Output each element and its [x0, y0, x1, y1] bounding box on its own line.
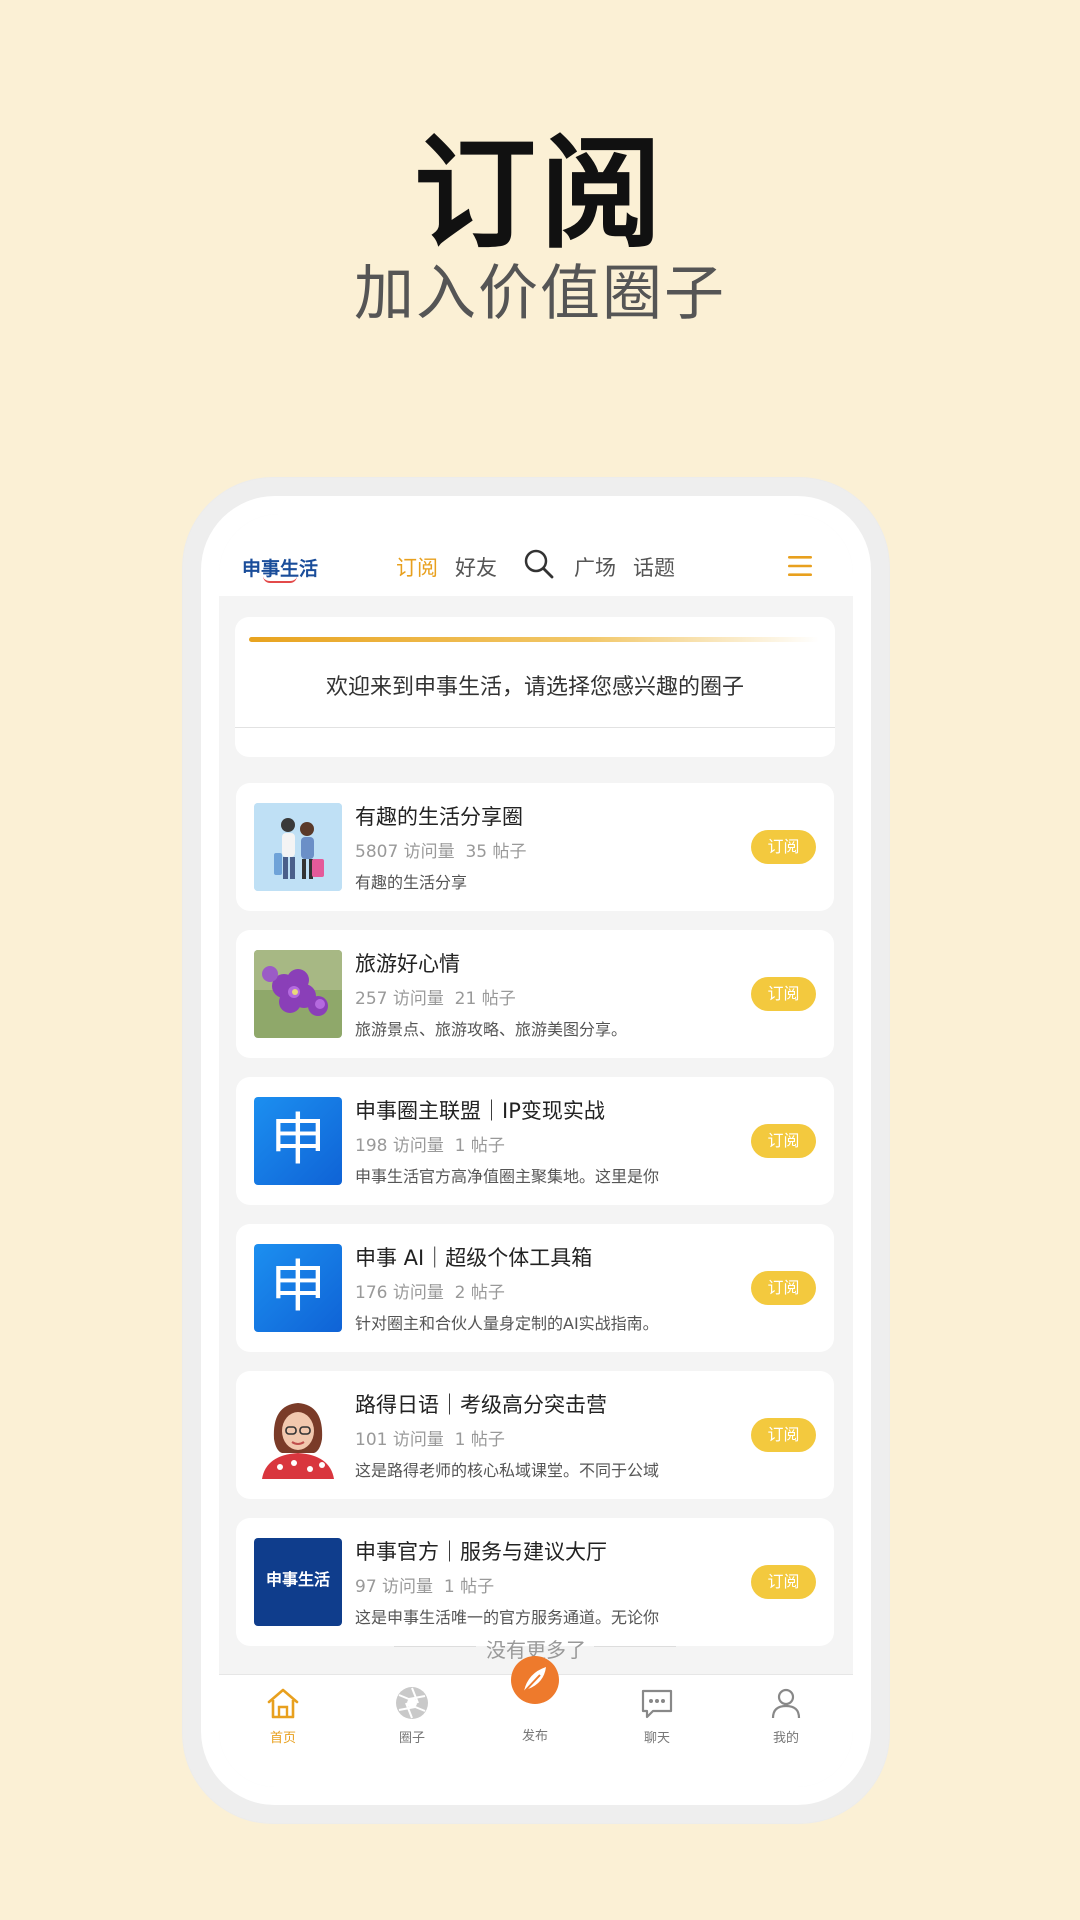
circle-card[interactable]: 申 申事 AI｜超级个体工具箱 176 访问量 2 帖子 针对圈主和合伙人量身定… [236, 1224, 834, 1352]
tab-mine-label: 我的 [772, 1731, 799, 1746]
publish-button[interactable] [510, 1655, 560, 1705]
tab-chat-label: 聊天 [643, 1731, 670, 1746]
circle-description: 有趣的生活分享 [355, 873, 468, 892]
nav-tab-square[interactable]: 广场 [574, 552, 616, 582]
tab-circle[interactable]: 圈子 [372, 1685, 452, 1746]
tab-circle-label: 圈子 [398, 1731, 425, 1746]
promo-subtitle: 加入价值圈子 [354, 259, 726, 329]
purple-flowers-thumbnail [254, 950, 342, 1038]
circle-stats: 257 访问量 21 帖子 [355, 984, 516, 1009]
circle-description: 这是路得老师的核心私域课堂。不同于公域 [355, 1461, 660, 1480]
shen-logo-char: 申 [270, 1255, 326, 1320]
feather-icon [511, 1656, 559, 1704]
circle-title: 有趣的生活分享圈 [355, 805, 523, 829]
aperture-icon [396, 1687, 428, 1719]
post-count: 1 帖子 [443, 1577, 495, 1597]
circle-stats: 198 访问量 1 帖子 [355, 1131, 505, 1156]
post-count: 1 帖子 [454, 1430, 505, 1450]
subscribe-button[interactable]: 订阅 [751, 1124, 816, 1158]
teacher-portrait-thumbnail [254, 1391, 342, 1479]
subscribe-button[interactable]: 订阅 [751, 977, 816, 1011]
search-icon[interactable] [523, 548, 555, 584]
chat-bubble-icon [641, 1689, 673, 1719]
subscribe-button[interactable]: 订阅 [751, 1565, 816, 1599]
top-nav: 申事生活 订阅 好友 广场 话题 [219, 514, 853, 596]
visit-count: 101 访问量 [355, 1430, 444, 1450]
circle-title: 旅游好心情 [355, 952, 460, 976]
bottom-tab-bar: 首页 圈子 发布 聊天 我的 [219, 1656, 853, 1787]
circle-description: 旅游景点、旅游攻略、旅游美图分享。 [355, 1020, 628, 1039]
menu-icon[interactable] [787, 554, 813, 582]
circle-card[interactable]: 旅游好心情 257 访问量 21 帖子 旅游景点、旅游攻略、旅游美图分享。 订阅 [236, 930, 834, 1058]
shen-life-logo-thumbnail: 申事生活 [254, 1538, 342, 1626]
circle-description: 这是申事生活唯一的官方服务通道。无论你 [355, 1608, 660, 1627]
subscribe-button[interactable]: 订阅 [751, 830, 816, 864]
subscribe-button[interactable]: 订阅 [751, 1418, 816, 1452]
post-count: 21 帖子 [454, 989, 516, 1009]
circle-stats: 176 访问量 2 帖子 [355, 1278, 505, 1303]
circle-description: 针对圈主和合伙人量身定制的AI实战指南。 [355, 1314, 659, 1333]
shen-logo-thumbnail: 申 [254, 1244, 342, 1332]
circle-card[interactable]: 申 申事圈主联盟｜IP变现实战 198 访问量 1 帖子 申事生活官方高净值圈主… [236, 1077, 834, 1205]
circle-stats: 101 访问量 1 帖子 [355, 1425, 505, 1450]
home-icon [267, 1688, 299, 1719]
tab-mine[interactable]: 我的 [746, 1685, 826, 1746]
nav-tab-topics[interactable]: 话题 [633, 552, 675, 582]
divider [594, 1646, 676, 1647]
visit-count: 257 访问量 [355, 989, 444, 1009]
phone-frame: 申事生活 订阅 好友 广场 话题 欢迎来到申事生活，请选择您感兴趣的圈子 有趣的… [183, 478, 889, 1823]
tab-publish-label: 发布 [521, 1729, 548, 1744]
circle-stats: 5807 访问量 35 帖子 [355, 837, 527, 862]
circle-title: 申事圈主联盟｜IP变现实战 [355, 1099, 605, 1123]
circle-card[interactable]: 有趣的生活分享圈 5807 访问量 35 帖子 有趣的生活分享 订阅 [236, 783, 834, 911]
circle-title: 申事官方｜服务与建议大厅 [355, 1540, 607, 1564]
shen-logo-thumbnail: 申 [254, 1097, 342, 1185]
travel-couple-thumbnail [254, 803, 342, 891]
circle-title: 申事 AI｜超级个体工具箱 [355, 1246, 593, 1270]
welcome-accent-bar [249, 637, 819, 642]
welcome-card: 欢迎来到申事生活，请选择您感兴趣的圈子 [235, 617, 835, 757]
circle-card[interactable]: 申事生活 申事官方｜服务与建议大厅 97 访问量 1 帖子 这是申事生活唯一的官… [236, 1518, 834, 1646]
post-count: 1 帖子 [454, 1136, 505, 1156]
visit-count: 176 访问量 [355, 1283, 444, 1303]
tab-home[interactable]: 首页 [243, 1685, 323, 1746]
post-count: 35 帖子 [465, 842, 527, 862]
divider [235, 727, 835, 728]
tab-chat[interactable]: 聊天 [617, 1685, 697, 1746]
visit-count: 5807 访问量 [355, 842, 455, 862]
logo-swoosh-icon [263, 576, 297, 583]
phone-bezel: 申事生活 订阅 好友 广场 话题 欢迎来到申事生活，请选择您感兴趣的圈子 有趣的… [201, 496, 871, 1805]
app-screen: 申事生活 订阅 好友 广场 话题 欢迎来到申事生活，请选择您感兴趣的圈子 有趣的… [219, 514, 853, 1787]
post-count: 2 帖子 [454, 1283, 505, 1303]
welcome-text: 欢迎来到申事生活，请选择您感兴趣的圈子 [325, 675, 744, 700]
visit-count: 198 访问量 [355, 1136, 444, 1156]
tab-home-label: 首页 [269, 1731, 296, 1746]
nav-tab-subscribe[interactable]: 订阅 [396, 552, 438, 582]
circle-card[interactable]: 路得日语｜考级高分突击营 101 访问量 1 帖子 这是路得老师的核心私域课堂。… [236, 1371, 834, 1499]
subscribe-button[interactable]: 订阅 [751, 1271, 816, 1305]
circle-stats: 97 访问量 1 帖子 [355, 1572, 494, 1597]
circle-description: 申事生活官方高净值圈主聚集地。这里是你 [355, 1167, 660, 1186]
visit-count: 97 访问量 [355, 1577, 434, 1597]
shen-life-logo-text: 申事生活 [265, 1570, 330, 1589]
circle-title: 路得日语｜考级高分突击营 [355, 1393, 607, 1417]
nav-tab-friends[interactable]: 好友 [455, 552, 497, 582]
user-icon [771, 1688, 801, 1719]
shen-logo-char: 申 [270, 1108, 326, 1173]
